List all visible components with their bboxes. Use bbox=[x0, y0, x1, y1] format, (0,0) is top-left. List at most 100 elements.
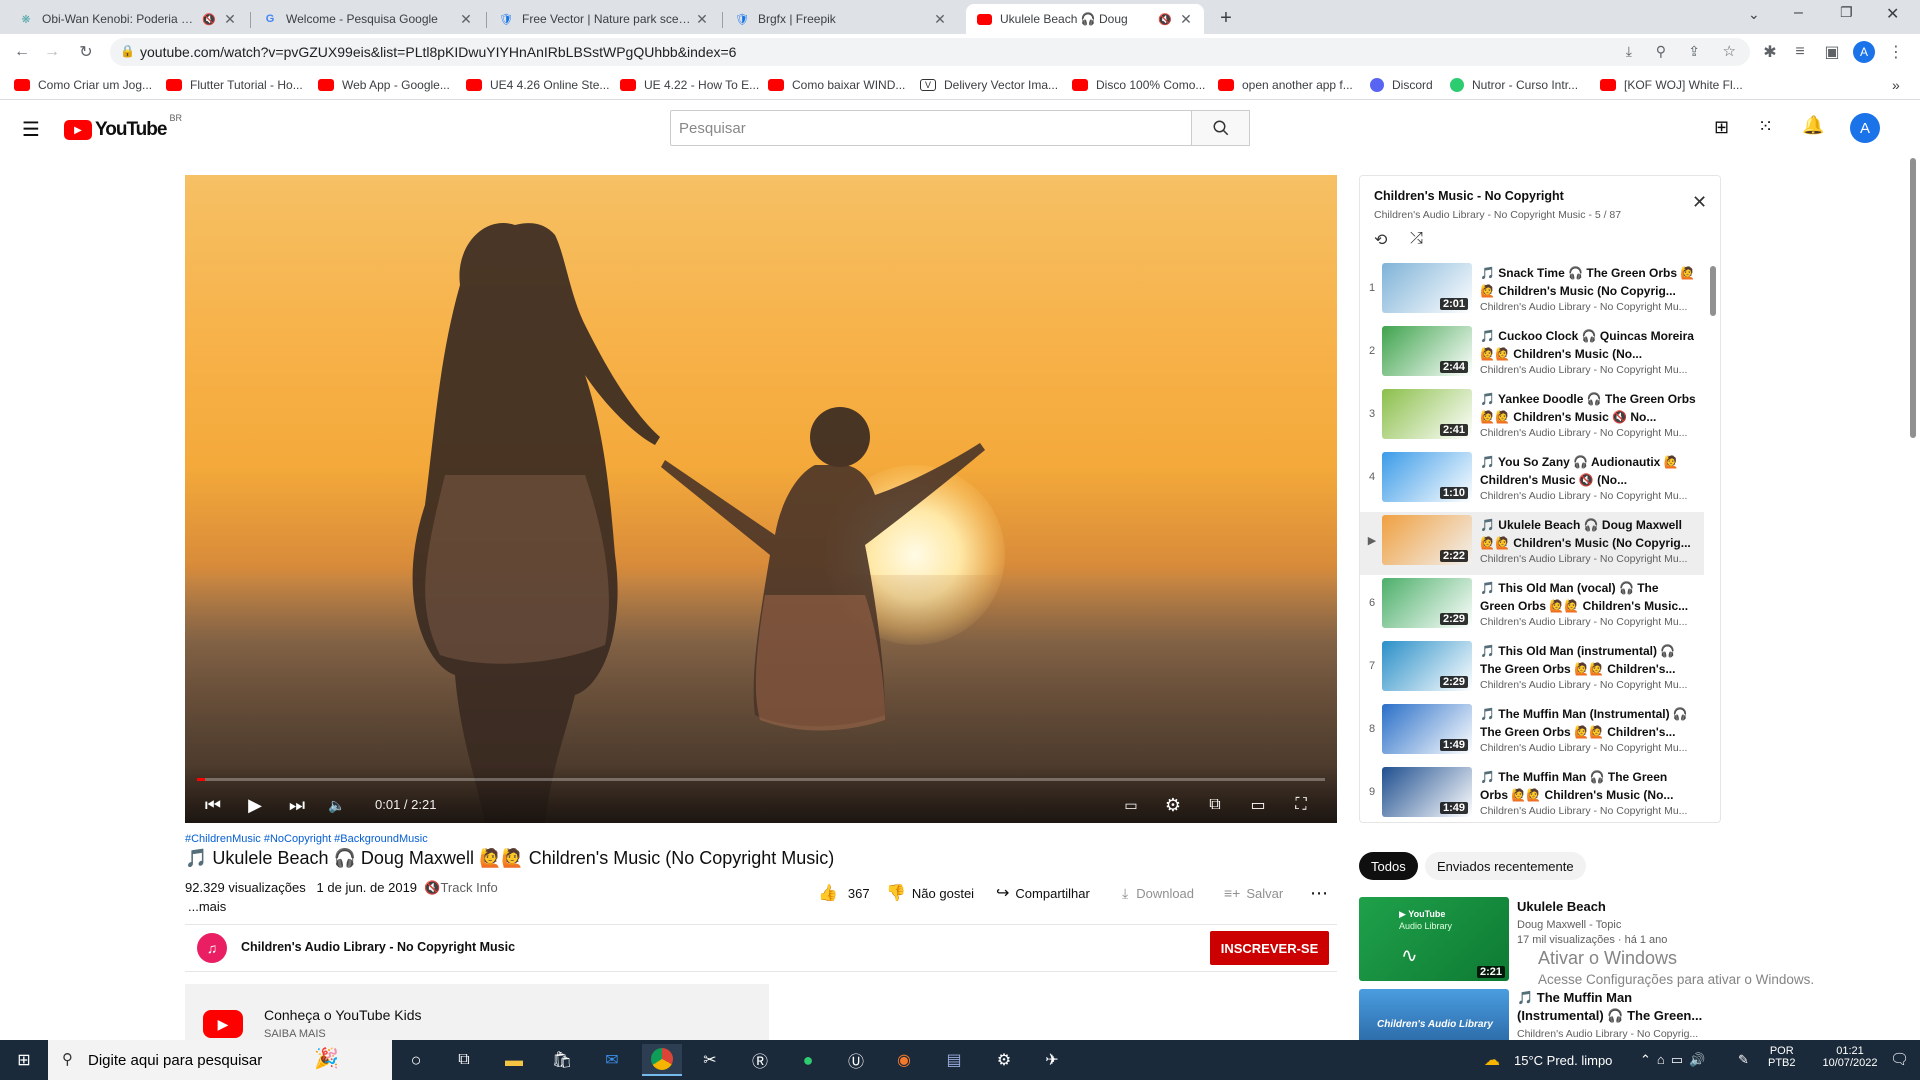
bookmark-star-icon[interactable]: ☆ bbox=[1723, 42, 1736, 60]
bookmark-item[interactable]: Como baixar WIND... bbox=[768, 76, 905, 94]
subscribe-button[interactable]: INSCREVER-SE bbox=[1210, 931, 1329, 965]
close-icon[interactable]: ✕ bbox=[1178, 11, 1194, 28]
profile-avatar[interactable]: A bbox=[1852, 40, 1876, 64]
address-bar[interactable]: 🔒 youtube.com/watch?v=pvGZUX99eis&list=P… bbox=[110, 38, 1750, 66]
close-icon[interactable]: ✕ bbox=[458, 11, 474, 28]
install-icon[interactable]: ⤓ bbox=[1626, 43, 1632, 60]
bookmark-item[interactable]: Discord bbox=[1370, 76, 1433, 94]
loop-icon[interactable]: ⟲ bbox=[1374, 230, 1387, 250]
file-explorer-icon[interactable]: ▬ bbox=[494, 1044, 534, 1076]
playlist-scrollbar[interactable] bbox=[1710, 266, 1716, 316]
chrome-menu-icon[interactable]: ⋮ bbox=[1884, 40, 1908, 64]
back-arrow-icon[interactable]: ← bbox=[10, 40, 34, 64]
previous-icon[interactable]: ⏮ bbox=[197, 789, 229, 821]
share-icon[interactable]: ⇪ bbox=[1688, 43, 1700, 60]
side-panel-icon[interactable]: ▣ bbox=[1820, 40, 1844, 64]
pinned-app-icon[interactable]: ✈ bbox=[1032, 1044, 1072, 1076]
weather-text[interactable]: 15°C Pred. limpo bbox=[1514, 1053, 1612, 1068]
bookmark-item[interactable]: Como Criar um Jog... bbox=[14, 76, 152, 94]
video-player[interactable]: ⏮ ▶ ⏭ 🔈 0:01 / 2:21 ▭ ⚙ ⧉ ▭ ⛶ bbox=[185, 175, 1337, 823]
bookmark-item[interactable]: UE4 4.26 Online Ste... bbox=[466, 76, 609, 94]
mail-icon[interactable]: ✉ bbox=[592, 1044, 632, 1076]
system-tray-icons[interactable]: ⌃⌂▭🔊 bbox=[1640, 1052, 1711, 1068]
media-control-icon[interactable]: ≡ bbox=[1788, 40, 1812, 64]
close-icon[interactable]: ✕ bbox=[694, 11, 710, 28]
playlist-item[interactable]: 3 2:41 🎵 Yankee Doodle 🎧 The Green Orbs 🙋🙋… bbox=[1360, 386, 1704, 449]
playlist-item[interactable]: 1 2:01 🎵 Snack Time 🎧 The Green Orbs 🙋🙋 Ch… bbox=[1360, 260, 1704, 323]
chip-all[interactable]: Todos bbox=[1359, 852, 1418, 880]
tools-icon[interactable]: ✂ bbox=[690, 1044, 730, 1076]
like-button[interactable]: 👍 367 bbox=[818, 883, 870, 903]
hashtags-link[interactable]: #ChildrenMusic #NoCopyright #BackgroundM… bbox=[185, 833, 428, 845]
playlist-item-thumbnail[interactable]: 1:49 bbox=[1382, 767, 1472, 817]
forward-arrow-icon[interactable]: → bbox=[40, 40, 64, 64]
bookmark-item[interactable]: Nutror - Curso Intr... bbox=[1450, 76, 1578, 94]
chrome-taskbar-icon[interactable] bbox=[642, 1044, 682, 1076]
theater-mode-icon[interactable]: ▭ bbox=[1242, 789, 1274, 821]
account-avatar[interactable]: A bbox=[1850, 113, 1880, 143]
search-button[interactable] bbox=[1192, 110, 1250, 146]
tab-mute-icon[interactable]: 🔇 bbox=[1158, 13, 1172, 26]
unreal-engine-icon[interactable]: Ⓤ bbox=[836, 1044, 876, 1076]
playlist-item[interactable]: 8 1:49 🎵 The Muffin Man (Instrumental) 🎧 T… bbox=[1360, 701, 1704, 764]
playlist-item[interactable]: 9 1:49 🎵 The Muffin Man 🎧 The Green Orbs 🙋… bbox=[1360, 764, 1704, 822]
close-icon[interactable]: ✕ bbox=[1692, 192, 1707, 213]
language-indicator[interactable]: POR PTB2 bbox=[1768, 1045, 1796, 1069]
share-button[interactable]: ↪ Compartilhar bbox=[996, 883, 1090, 903]
related-video[interactable]: Children's Audio Library 🎵 The Muffin Ma… bbox=[1359, 989, 1759, 1040]
more-actions-icon[interactable]: ⋯ bbox=[1310, 883, 1328, 903]
show-more-link[interactable]: ...mais bbox=[188, 899, 226, 914]
playlist-item-thumbnail[interactable]: 1:10 bbox=[1382, 452, 1472, 502]
tab-obi-wan[interactable]: ❋ Obi-Wan Kenobi: Poderia ser 🔇 ✕ bbox=[8, 4, 248, 34]
bookmark-item[interactable]: [KOF WOJ] White Fl... bbox=[1600, 76, 1743, 94]
play-icon[interactable]: ▶ bbox=[239, 789, 271, 821]
download-button[interactable]: ⤓ Download bbox=[1122, 883, 1194, 903]
pen-icon[interactable]: ✎ bbox=[1738, 1052, 1749, 1068]
steam-icon[interactable]: ⚙ bbox=[984, 1044, 1024, 1076]
playlist-item-thumbnail[interactable]: 2:01 bbox=[1382, 263, 1472, 313]
kids-learn-more-link[interactable]: SAIBA MAIS bbox=[264, 1028, 326, 1040]
r-app-icon[interactable]: Ⓡ bbox=[740, 1044, 780, 1076]
playlist-item[interactable]: 2 2:44 🎵 Cuckoo Clock 🎧 Quincas Moreira 🙋🙋… bbox=[1360, 323, 1704, 386]
weather-icon[interactable]: ☁ bbox=[1484, 1050, 1500, 1070]
taskbar-search-input[interactable]: ⚲ Digite aqui para pesquisar 🎉 bbox=[48, 1040, 392, 1080]
apps-grid-icon[interactable]: ⁙ bbox=[1758, 116, 1773, 137]
subtitles-icon[interactable]: ▭ bbox=[1115, 789, 1147, 821]
channel-avatar[interactable]: ♫ bbox=[197, 933, 227, 963]
cortana-icon[interactable]: ○ bbox=[396, 1044, 436, 1076]
reload-icon[interactable]: ↻ bbox=[74, 40, 98, 64]
tab-google[interactable]: G Welcome - Pesquisa Google ✕ bbox=[252, 4, 484, 34]
create-video-icon[interactable]: ⊞ bbox=[1714, 117, 1729, 138]
more-bookmarks-icon[interactable]: » bbox=[1892, 76, 1900, 94]
related-thumbnail[interactable]: Children's Audio Library bbox=[1359, 989, 1509, 1040]
task-view-icon[interactable]: ⧉ bbox=[444, 1044, 484, 1076]
playlist-item[interactable]: 7 2:29 🎵 This Old Man (instrumental) 🎧 The… bbox=[1360, 638, 1704, 701]
extensions-icon[interactable]: ✱ bbox=[1758, 40, 1782, 64]
bookmark-item[interactable]: UE 4.22 - How To E... bbox=[620, 76, 759, 94]
tab-search-icon[interactable]: ⌄ bbox=[1748, 6, 1760, 23]
shuffle-icon[interactable]: ⤮ bbox=[1410, 230, 1423, 248]
zoom-icon[interactable]: ⚲ bbox=[1656, 43, 1666, 60]
tab-freepik-vector[interactable]: 🛡 Free Vector | Nature park scene b ✕ bbox=[488, 4, 720, 34]
playlist-item-thumbnail[interactable]: 2:29 bbox=[1382, 578, 1472, 628]
minimize-button[interactable]: – bbox=[1794, 4, 1803, 22]
store-icon[interactable]: 🛍 bbox=[542, 1044, 582, 1076]
save-button[interactable]: ≡+ Salvar bbox=[1224, 883, 1283, 903]
windows-start-icon[interactable]: ⊞ bbox=[4, 1044, 44, 1076]
playlist-item-thumbnail[interactable]: 2:29 bbox=[1382, 641, 1472, 691]
miniplayer-icon[interactable]: ⧉ bbox=[1199, 789, 1231, 821]
playlist-item[interactable]: 4 1:10 🎵 You So Zany 🎧 Audionautix 🙋 Child… bbox=[1360, 449, 1704, 512]
bookmark-item[interactable]: Web App - Google... bbox=[318, 76, 450, 94]
tab-mute-icon[interactable]: 🔇 bbox=[202, 13, 216, 26]
notifications-icon[interactable]: 🗨 bbox=[1890, 1050, 1909, 1068]
tab-youtube-active[interactable]: Ukulele Beach 🎧 Doug 🔇 ✕ bbox=[966, 4, 1204, 34]
notes-icon[interactable]: ▤ bbox=[934, 1044, 974, 1076]
hamburger-menu-icon[interactable]: ☰ bbox=[22, 117, 40, 142]
progress-bar[interactable] bbox=[197, 778, 1325, 781]
mute-icon[interactable]: 🔈 bbox=[321, 789, 353, 821]
page-scrollbar[interactable] bbox=[1910, 158, 1916, 438]
channel-name[interactable]: Children's Audio Library - No Copyright … bbox=[241, 940, 515, 954]
youtube-logo[interactable]: ▶ YouTube BR bbox=[64, 113, 182, 141]
chip-recent[interactable]: Enviados recentemente bbox=[1425, 852, 1586, 880]
clock[interactable]: 01:21 10/07/2022 bbox=[1815, 1045, 1885, 1069]
